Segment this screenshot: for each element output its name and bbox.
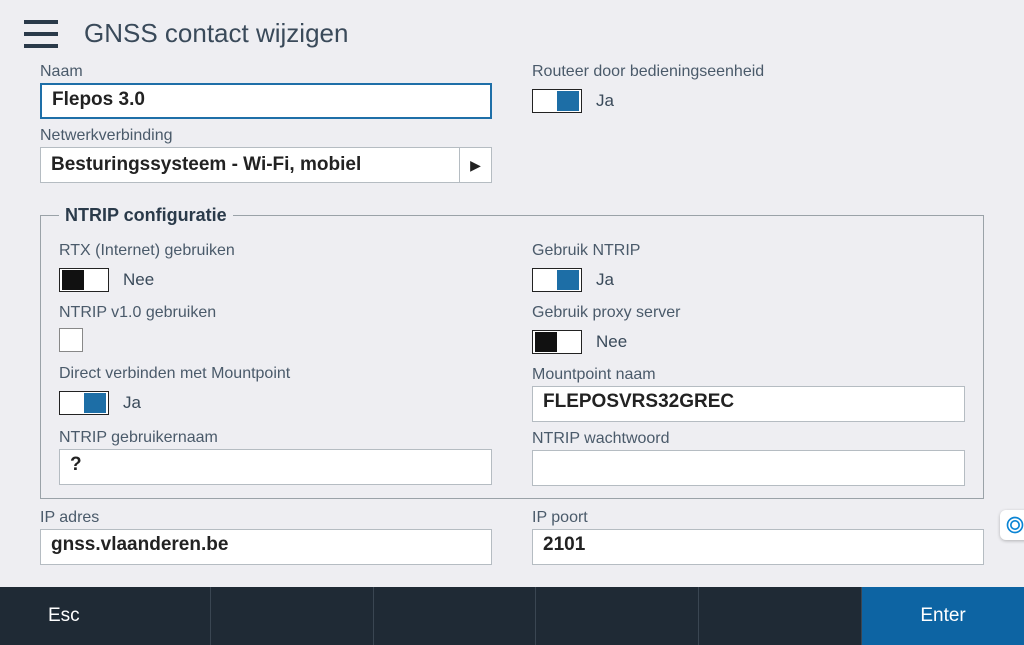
ntrip-pass-input[interactable] (532, 450, 965, 486)
proxy-state: Nee (596, 332, 627, 352)
route-label: Routeer door bedieningseenheid (532, 63, 984, 81)
enter-button[interactable]: Enter (862, 587, 1024, 645)
ntrip-pass-label: NTRIP wachtwoord (532, 430, 965, 448)
direct-mp-label: Direct verbinden met Mountpoint (59, 365, 492, 383)
bottom-bar: Esc Enter (0, 587, 1024, 645)
network-label: Netwerkverbinding (40, 127, 492, 145)
use-ntrip-state: Ja (596, 270, 614, 290)
bottom-slot-4[interactable] (536, 587, 699, 645)
proxy-toggle[interactable] (532, 330, 582, 354)
name-input[interactable]: Flepos 3.0 (40, 83, 492, 119)
form-area: Naam Flepos 3.0 Routeer door bedieningse… (0, 63, 1024, 571)
ntrip-v1-label: NTRIP v1.0 gebruiken (59, 304, 492, 322)
mp-name-label: Mountpoint naam (532, 366, 965, 384)
network-field-group: Netwerkverbinding Besturingssysteem - Wi… (40, 127, 492, 183)
rtx-toggle-state: Nee (123, 270, 154, 290)
ip-port-input[interactable]: 2101 (532, 529, 984, 565)
page-title: GNSS contact wijzigen (84, 18, 348, 49)
route-toggle[interactable] (532, 89, 582, 113)
ip-addr-label: IP adres (40, 509, 492, 527)
scrollbar[interactable] (1010, 60, 1024, 587)
route-field-group: Routeer door bedieningseenheid Ja (532, 63, 984, 119)
esc-button[interactable]: Esc (0, 587, 211, 645)
name-field-group: Naam Flepos 3.0 (40, 63, 492, 119)
chevron-right-icon[interactable]: ▶ (459, 148, 491, 182)
remote-session-icon[interactable] (1000, 510, 1024, 540)
hamburger-menu-icon[interactable] (24, 20, 58, 48)
ntrip-legend: NTRIP configuratie (59, 205, 233, 226)
ntrip-v1-checkbox[interactable] (59, 328, 83, 352)
mp-name-input[interactable]: FLEPOSVRS32GREC (532, 386, 965, 422)
use-ntrip-toggle[interactable] (532, 268, 582, 292)
direct-mp-toggle[interactable] (59, 391, 109, 415)
rtx-label: RTX (Internet) gebruiken (59, 242, 492, 260)
network-select-value: Besturingssysteem - Wi-Fi, mobiel (41, 150, 459, 180)
ntrip-config-group: NTRIP configuratie RTX (Internet) gebrui… (40, 205, 984, 499)
rtx-toggle[interactable] (59, 268, 109, 292)
direct-mp-state: Ja (123, 393, 141, 413)
header: GNSS contact wijzigen (0, 0, 1024, 63)
ip-addr-input[interactable]: gnss.vlaanderen.be (40, 529, 492, 565)
name-label: Naam (40, 63, 492, 81)
ip-port-label: IP poort (532, 509, 984, 527)
use-ntrip-label: Gebruik NTRIP (532, 242, 965, 260)
bottom-slot-2[interactable] (211, 587, 374, 645)
network-select[interactable]: Besturingssysteem - Wi-Fi, mobiel ▶ (40, 147, 492, 183)
ntrip-user-label: NTRIP gebruikernaam (59, 429, 492, 447)
proxy-label: Gebruik proxy server (532, 304, 965, 322)
route-toggle-state: Ja (596, 91, 614, 111)
bottom-slot-5[interactable] (699, 587, 862, 645)
ntrip-user-input[interactable]: ? (59, 449, 492, 485)
bottom-slot-3[interactable] (374, 587, 537, 645)
